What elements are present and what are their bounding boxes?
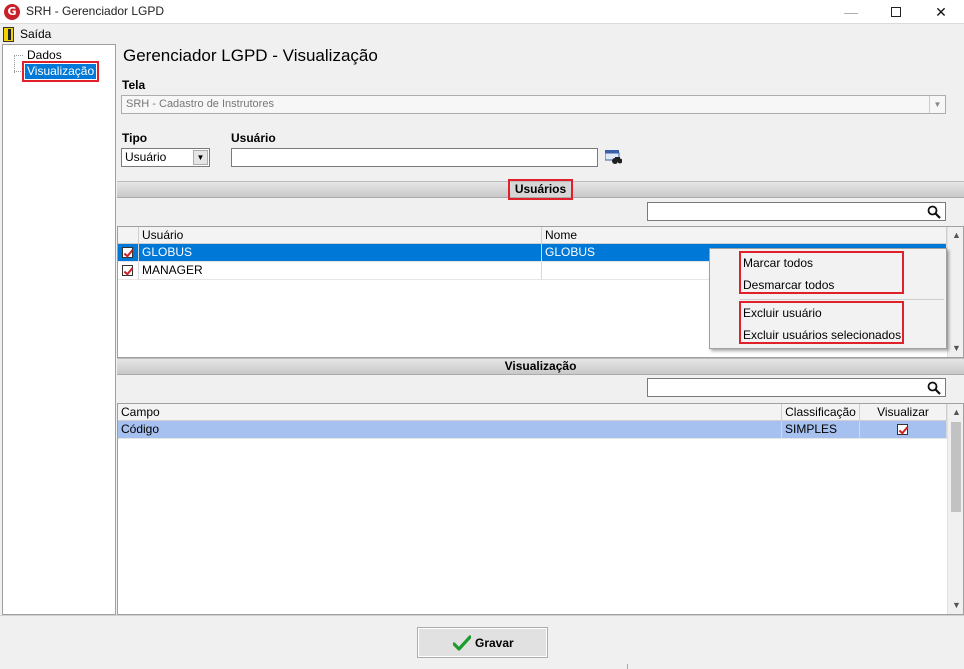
menu-item-marcar-todos[interactable]: Marcar todos	[743, 253, 813, 273]
menu-item-desmarcar-todos[interactable]: Desmarcar todos	[743, 275, 834, 295]
column-header-visualizar[interactable]: Visualizar	[860, 404, 947, 421]
users-grid-scrollbar[interactable]: ▲ ▼	[947, 227, 963, 357]
users-section-title: Usuários	[507, 179, 574, 200]
users-grid-check-header	[118, 227, 139, 244]
scroll-up-icon[interactable]: ▲	[948, 227, 963, 244]
page-title: Gerenciador LGPD - Visualização	[123, 46, 378, 65]
view-search-input[interactable]	[647, 378, 946, 397]
usuario-input[interactable]	[231, 148, 598, 167]
checkmark-icon	[453, 635, 471, 651]
menu-bar: Saída	[0, 25, 964, 44]
chevron-down-icon[interactable]: ▼	[193, 150, 208, 165]
footer-divider	[0, 615, 964, 616]
usuario-label: Usuário	[231, 131, 276, 145]
column-header-usuario[interactable]: Usuário	[139, 227, 542, 244]
save-button-label: Gravar	[475, 636, 514, 650]
close-icon: ✕	[935, 4, 947, 20]
tipo-select[interactable]: Usuário ▼	[121, 148, 210, 167]
row-checkbox[interactable]	[122, 247, 133, 258]
view-grid-scrollbar[interactable]: ▲ ▼	[947, 404, 963, 614]
tipo-label: Tipo	[122, 131, 148, 145]
scroll-down-icon[interactable]: ▼	[948, 597, 963, 614]
view-section-title: Visualização	[504, 359, 577, 373]
view-section-header: Visualização	[117, 358, 964, 375]
table-row[interactable]: Código SIMPLES	[118, 421, 947, 439]
column-header-campo[interactable]: Campo	[118, 404, 782, 421]
tela-label: Tela	[122, 78, 146, 92]
maximize-icon	[891, 7, 901, 18]
status-divider	[627, 664, 628, 669]
navigation-tree: Dados Visualização	[2, 44, 116, 615]
scroll-down-icon[interactable]: ▼	[948, 340, 963, 357]
menu-separator	[740, 299, 944, 300]
save-button[interactable]: Gravar	[417, 627, 548, 658]
menu-item-exit-label: Saída	[20, 27, 52, 41]
menu-item-excluir-selecionados[interactable]: Excluir usuários selecionados	[743, 325, 901, 345]
table-row[interactable]: MANAGER	[118, 262, 542, 280]
binoculars-search-icon[interactable]	[605, 150, 622, 165]
minimize-icon: —	[844, 4, 858, 20]
row-checkbox-cell[interactable]	[118, 244, 139, 262]
maximize-button[interactable]	[873, 0, 919, 24]
exit-door-icon	[3, 27, 14, 42]
cell-visualizar[interactable]	[860, 421, 947, 439]
tree-connector	[14, 55, 23, 56]
scrollbar-thumb[interactable]	[951, 422, 961, 512]
row-checkbox[interactable]	[122, 265, 133, 276]
view-grid: Campo Classificação Visualizar Código SI…	[117, 403, 964, 615]
cell-usuario: MANAGER	[139, 262, 542, 280]
row-checkbox-cell[interactable]	[118, 262, 139, 280]
search-icon[interactable]	[927, 205, 941, 219]
app-logo-icon: G	[4, 4, 20, 20]
tree-connector	[14, 71, 23, 72]
scroll-up-icon[interactable]: ▲	[948, 404, 963, 421]
tree-item-dados[interactable]: Dados	[25, 48, 64, 63]
minimize-button[interactable]: —	[828, 0, 874, 24]
menu-item-excluir-usuario[interactable]: Excluir usuário	[743, 303, 822, 323]
cell-campo: Código	[118, 421, 782, 439]
tela-combobox[interactable]: SRH - Cadastro de Instrutores ▼	[121, 95, 946, 114]
cell-classificacao: SIMPLES	[782, 421, 860, 439]
cell-usuario: GLOBUS	[139, 244, 542, 262]
search-icon[interactable]	[927, 381, 941, 395]
users-section-header: Usuários	[117, 179, 964, 200]
users-grid-header: Usuário Nome	[118, 227, 947, 244]
tipo-select-value: Usuário	[125, 150, 167, 164]
tela-combobox-value: SRH - Cadastro de Instrutores	[126, 98, 274, 110]
users-search-input[interactable]	[647, 202, 946, 221]
tree-item-visualizacao[interactable]: Visualização	[21, 61, 100, 82]
title-bar: G SRH - Gerenciador LGPD — ✕	[0, 0, 964, 24]
chevron-down-icon[interactable]: ▼	[929, 96, 945, 113]
visualizar-checkbox[interactable]	[897, 424, 908, 435]
close-button[interactable]: ✕	[918, 0, 964, 24]
view-grid-header: Campo Classificação Visualizar	[118, 404, 947, 421]
window-title: SRH - Gerenciador LGPD	[26, 4, 165, 18]
context-menu: Marcar todos Desmarcar todos Excluir usu…	[709, 248, 947, 349]
column-header-classificacao[interactable]: Classificação	[782, 404, 860, 421]
column-header-nome[interactable]: Nome	[542, 227, 947, 244]
